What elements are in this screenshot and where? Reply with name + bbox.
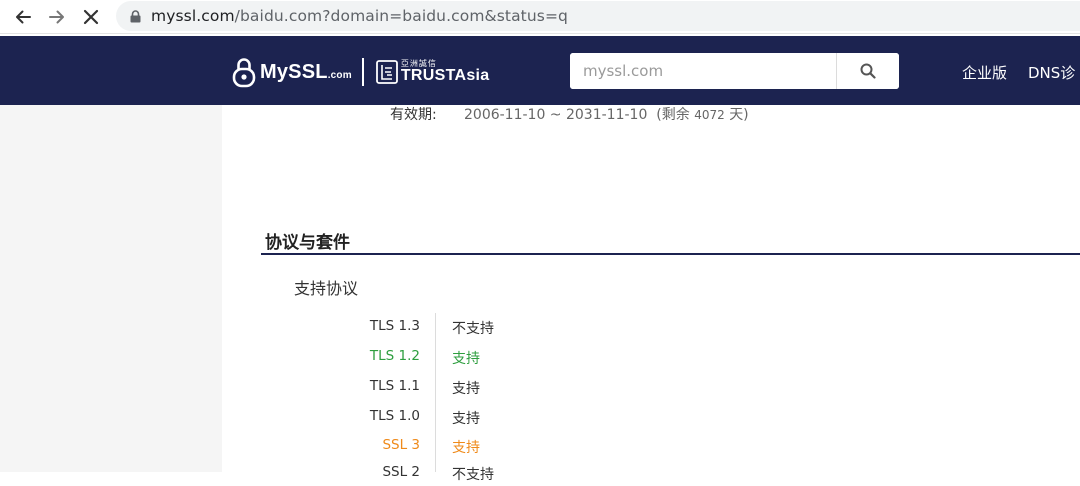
padlock-logo-icon bbox=[232, 58, 256, 88]
trustasia-en: TRUSTAsia bbox=[400, 67, 490, 84]
section-divider bbox=[261, 253, 1080, 255]
trustasia-logo: 亞洲誠信 TRUSTAsia bbox=[401, 60, 490, 84]
remaining-prefix: (剩余 bbox=[656, 107, 690, 123]
protocol-status: 支持 bbox=[452, 351, 480, 367]
protocol-row: SSL 2 不支持 bbox=[260, 464, 760, 486]
protocol-name: TLS 1.1 bbox=[369, 378, 420, 394]
validity-range: 2006-11-10 ~ 2031-11-10 bbox=[464, 107, 648, 123]
forward-arrow-icon[interactable] bbox=[44, 4, 70, 30]
lock-icon[interactable] bbox=[130, 10, 141, 28]
protocol-row: TLS 1.0 支持 bbox=[260, 408, 760, 430]
address-bar[interactable]: myssl.com/baidu.com?domain=baidu.com&sta… bbox=[116, 1, 1080, 31]
protocol-name: SSL 2 bbox=[382, 464, 420, 480]
protocol-status: 支持 bbox=[452, 411, 480, 427]
protocol-name: TLS 1.2 bbox=[369, 348, 420, 364]
url-path: /baidu.com?domain=baidu.com&status=q bbox=[234, 7, 568, 25]
protocol-row: SSL 3 支持 bbox=[260, 437, 760, 459]
logo-text: MySSL.com bbox=[260, 60, 352, 83]
nav-dns-diagnosis[interactable]: DNS诊 bbox=[1028, 62, 1075, 83]
protocol-status: 支持 bbox=[452, 381, 480, 397]
validity-value: 2006-11-10 ~ 2031-11-10 (剩余 4072 天) bbox=[464, 104, 749, 124]
protocol-row: TLS 1.1 支持 bbox=[260, 378, 760, 400]
protocol-status: 不支持 bbox=[452, 467, 494, 483]
url-host: myssl.com bbox=[151, 7, 235, 25]
back-arrow-icon[interactable] bbox=[10, 4, 36, 30]
nav-enterprise[interactable]: 企业版 bbox=[962, 62, 1007, 83]
site-header: MySSL.com 亞洲誠信 TRUSTAsia 企业版 DNS诊 bbox=[0, 36, 1080, 105]
section-title: 协议与套件 bbox=[265, 233, 350, 253]
url-text[interactable]: myssl.com/baidu.com?domain=baidu.com&sta… bbox=[151, 7, 568, 25]
protocol-name: TLS 1.0 bbox=[369, 408, 420, 424]
site-logo[interactable]: MySSL.com 亞洲誠信 TRUSTAsia bbox=[232, 55, 489, 89]
left-sidebar bbox=[0, 105, 222, 472]
protocol-status: 支持 bbox=[452, 440, 480, 456]
search-box bbox=[570, 53, 899, 89]
search-icon bbox=[860, 63, 876, 79]
protocol-row: TLS 1.3 不支持 bbox=[260, 318, 760, 340]
protocol-name: TLS 1.3 bbox=[369, 318, 420, 334]
close-icon[interactable] bbox=[78, 4, 104, 30]
search-input[interactable] bbox=[570, 53, 836, 89]
protocol-row: TLS 1.2 支持 bbox=[260, 348, 760, 370]
subsection-title: 支持协议 bbox=[294, 279, 359, 298]
browser-toolbar: myssl.com/baidu.com?domain=baidu.com&sta… bbox=[0, 0, 1080, 34]
validity-label: 有效期: bbox=[390, 107, 437, 123]
protocol-status: 不支持 bbox=[452, 321, 494, 337]
remaining-suffix: 天) bbox=[729, 107, 749, 123]
logo-divider bbox=[361, 58, 364, 86]
remaining-days: 4072 bbox=[694, 108, 725, 122]
trustasia-mark-icon bbox=[375, 60, 398, 84]
search-button[interactable] bbox=[836, 53, 899, 89]
protocol-name: SSL 3 bbox=[382, 437, 420, 453]
